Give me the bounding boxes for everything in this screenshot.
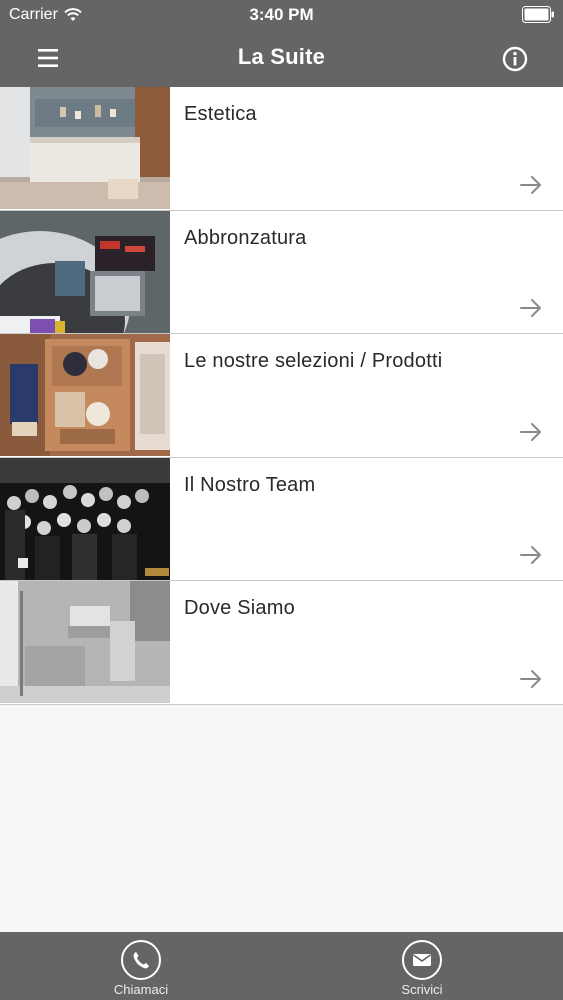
navigation-bar: La Suite [0,30,563,87]
list-item-dove-siamo[interactable]: Dove Siamo [0,581,563,705]
status-time: 3:40 PM [249,5,314,24]
arrow-right-icon [520,669,541,688]
arrow-right-icon [520,175,541,194]
salon-reception-thumbnail [0,87,170,209]
battery-icon [522,6,554,23]
menu-list: Estetica Abbronzatura Le nostre selezion… [0,87,563,705]
info-icon[interactable] [497,41,533,77]
arrow-right-icon [520,299,541,317]
list-item-prodotti[interactable]: Le nostre selezioni / Prodotti [0,334,563,458]
list-item-team[interactable]: Il Nostro Team [0,457,563,581]
arrow-right-icon [520,546,541,564]
list-item-label: Il Nostro Team [184,473,316,496]
list-item-estetica[interactable]: Estetica [0,87,563,211]
storefront-thumbnail [0,581,170,703]
arrow-right-icon [520,422,541,441]
list-item-label: Estetica [184,103,257,125]
list-item-label: Abbronzatura [184,226,307,249]
write-tab[interactable]: Scrivici [382,940,462,997]
write-tab-label: Scrivici [401,982,443,997]
list-item-label: Dove Siamo [184,597,295,619]
phone-icon [121,940,161,980]
team-group-thumbnail [0,457,170,580]
list-item-abbronzatura[interactable]: Abbronzatura [0,210,563,334]
list-item-label: Le nostre selezioni / Prodotti [184,350,443,372]
call-tab-label: Chiamaci [113,982,169,997]
status-bar: Carrier 3:40 PM [0,0,563,30]
call-tab[interactable]: Chiamaci [101,940,181,997]
products-box-thumbnail [0,334,170,456]
page-title: La Suite [237,44,326,69]
tanning-bed-thumbnail [0,210,170,333]
mail-icon [402,940,442,980]
bottom-tab-bar: Chiamaci Scrivici [0,932,563,1000]
